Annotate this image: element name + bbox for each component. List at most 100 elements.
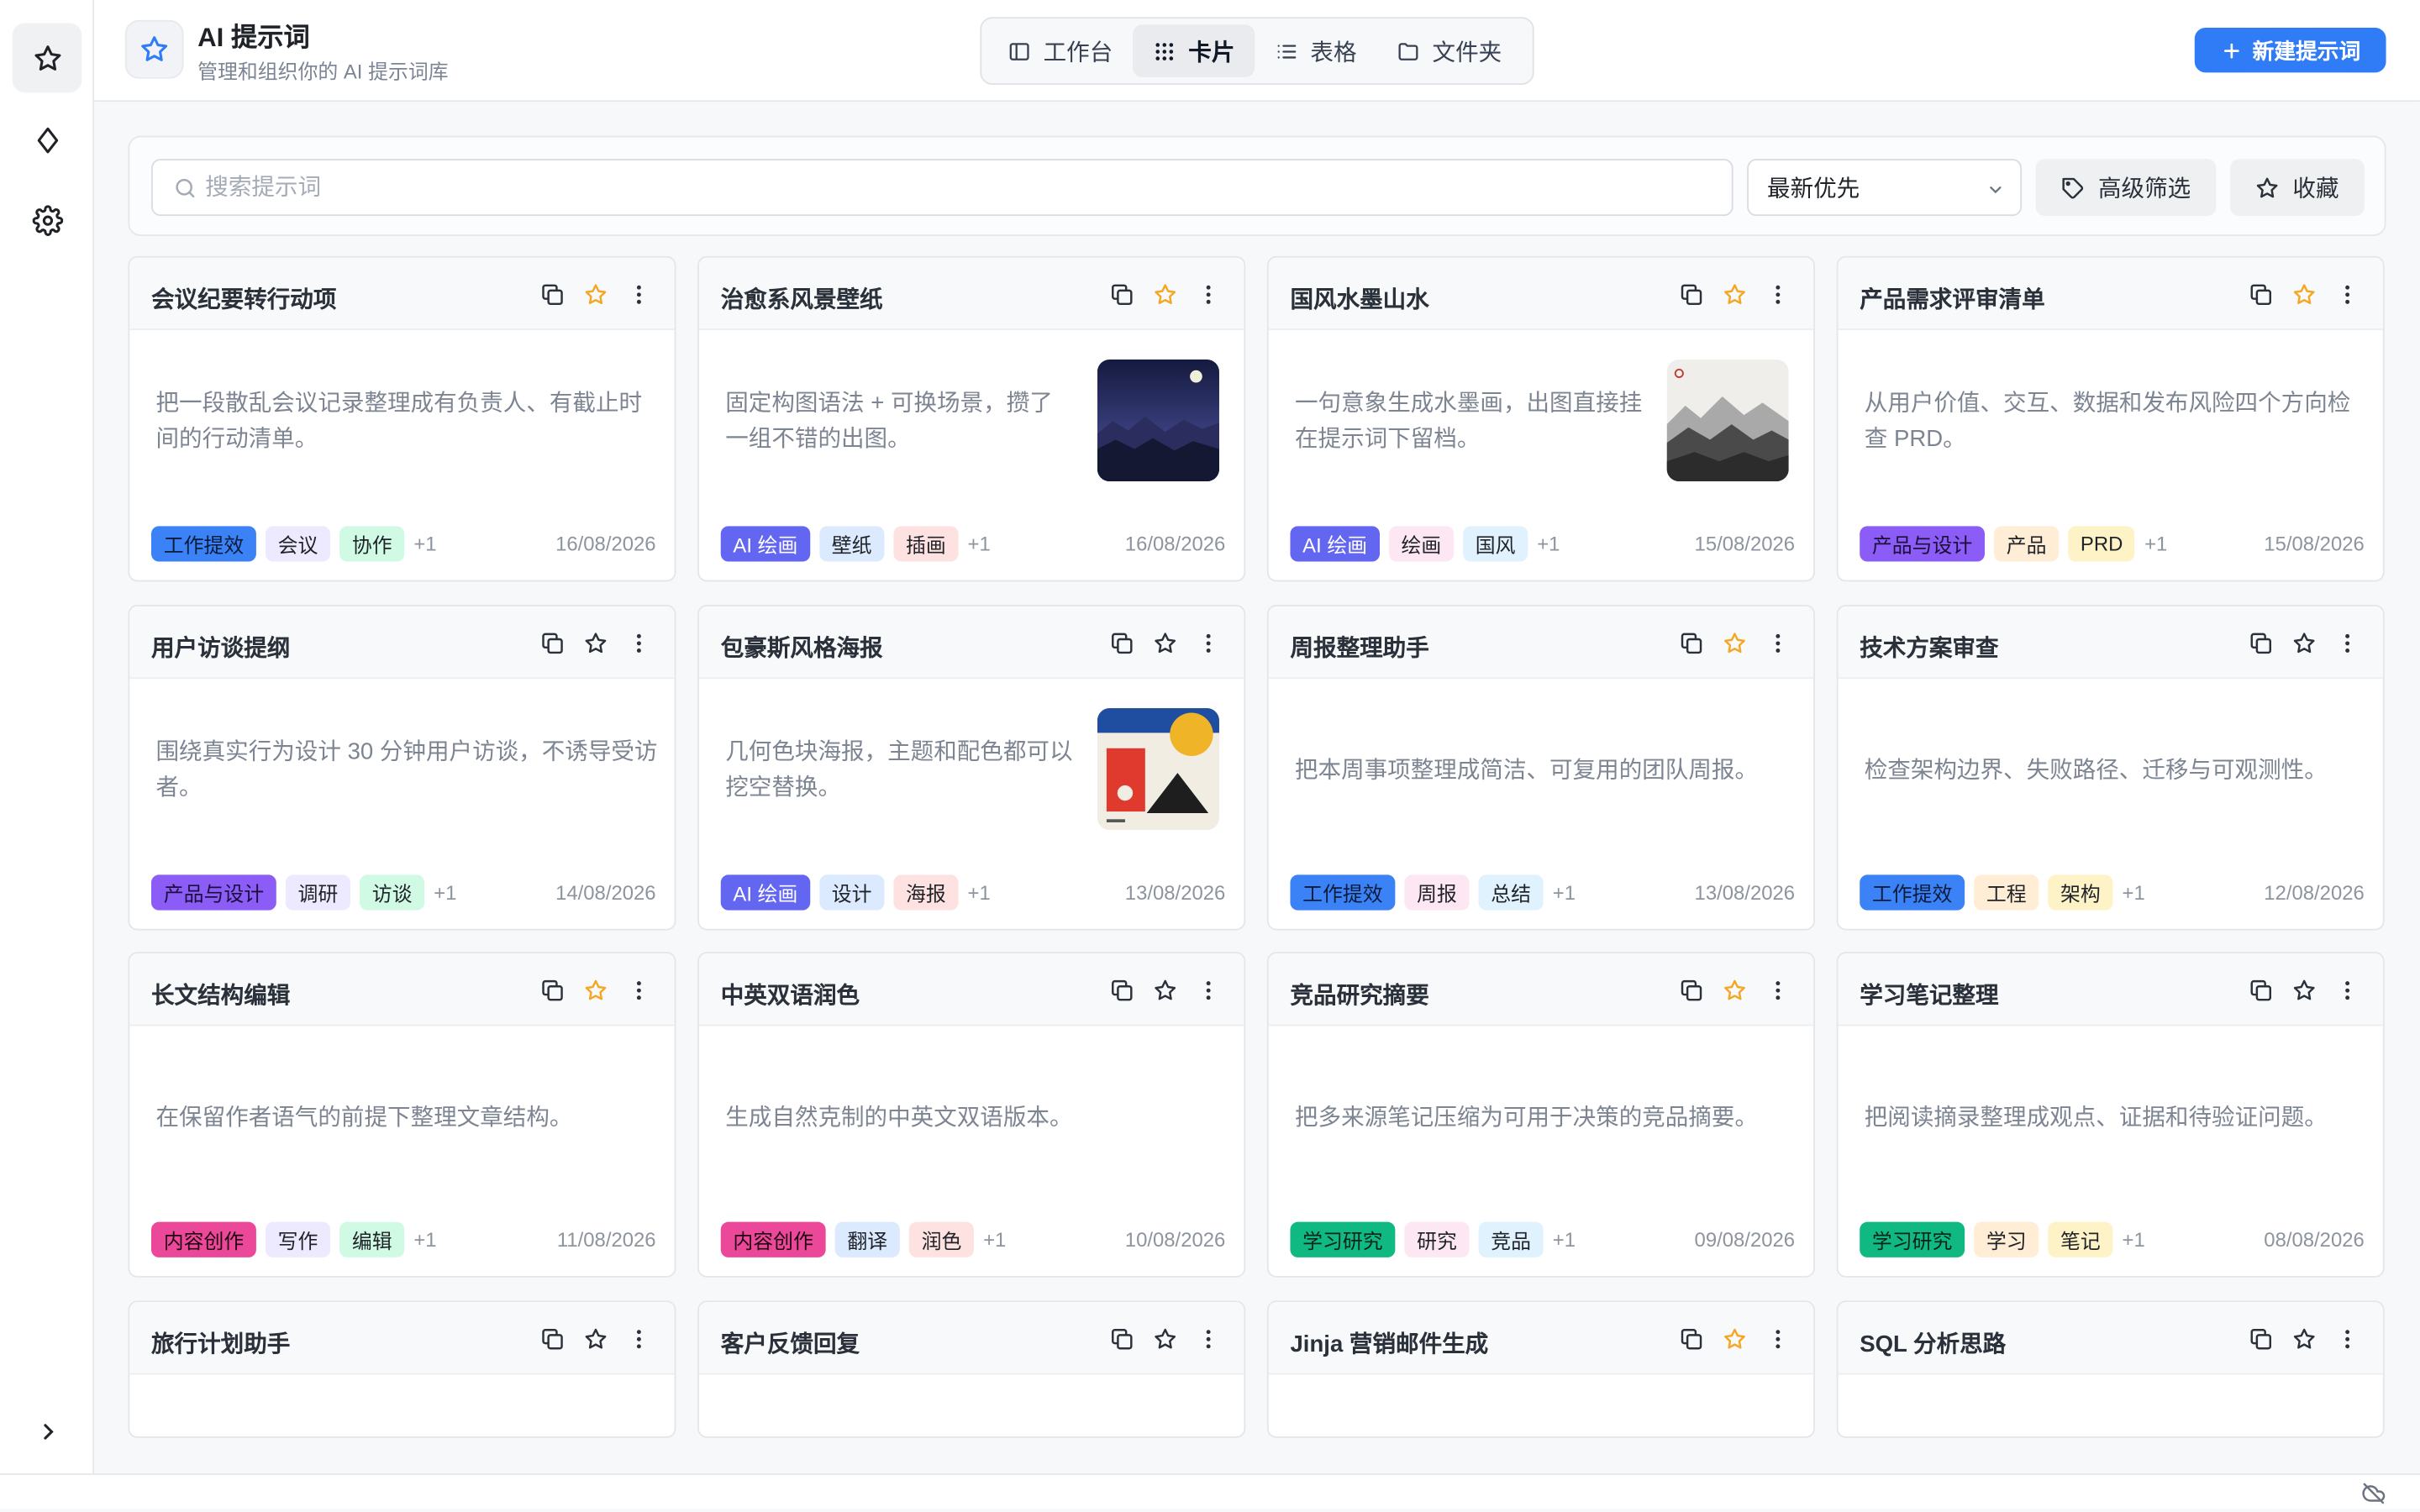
more-vertical-icon[interactable] <box>1196 282 1220 307</box>
more-vertical-icon[interactable] <box>627 978 651 1002</box>
copy-icon[interactable] <box>1110 1327 1134 1352</box>
card-tag[interactable]: 研究 <box>1404 1221 1470 1257</box>
prompt-card[interactable]: 旅行计划助手 <box>128 1300 676 1438</box>
card-tag[interactable]: 总结 <box>1478 874 1544 911</box>
card-tag[interactable]: 学习研究 <box>1290 1221 1396 1257</box>
copy-icon[interactable] <box>540 631 565 655</box>
more-vertical-icon[interactable] <box>627 631 651 655</box>
card-tag[interactable]: 绘画 <box>1388 526 1455 562</box>
more-tags-count[interactable]: +1 <box>434 881 456 905</box>
favorite-star-icon[interactable] <box>583 282 608 307</box>
more-tags-count[interactable]: +1 <box>967 881 990 905</box>
favorite-star-icon[interactable] <box>1153 1327 1177 1352</box>
prompt-card[interactable]: SQL 分析思路 <box>1836 1300 2385 1438</box>
favorite-star-icon[interactable] <box>1153 282 1177 307</box>
more-tags-count[interactable]: +1 <box>1553 1228 1576 1252</box>
more-tags-count[interactable]: +1 <box>983 1228 1006 1252</box>
copy-icon[interactable] <box>1110 282 1134 307</box>
card-tag[interactable]: 周报 <box>1404 874 1470 911</box>
search-input[interactable] <box>205 160 1687 215</box>
more-vertical-icon[interactable] <box>1765 1327 1790 1352</box>
more-vertical-icon[interactable] <box>1765 282 1790 307</box>
more-tags-count[interactable]: +1 <box>413 533 436 556</box>
more-vertical-icon[interactable] <box>627 282 651 307</box>
view-tab-table[interactable]: 表格 <box>1255 24 1376 76</box>
prompt-card[interactable]: 用户访谈提纲 围绕真实行为设计 30 分钟用户访谈，不诱导受访者。 产品与设计调… <box>128 604 676 931</box>
favorite-star-icon[interactable] <box>2291 978 2316 1002</box>
card-tag[interactable]: 插画 <box>893 526 959 562</box>
more-vertical-icon[interactable] <box>1196 1327 1220 1352</box>
card-tag[interactable]: 调研 <box>285 874 350 911</box>
prompt-card[interactable]: 国风水墨山水 一句意象生成水墨画，出图直接挂在提示词下留档。 AI 绘画 绘画 国风… <box>1266 255 1815 582</box>
card-tag[interactable]: 国风 <box>1463 526 1528 562</box>
sort-select[interactable]: 最新优先 <box>1747 159 2023 217</box>
new-prompt-button[interactable]: 新建提示词 <box>2194 28 2386 73</box>
prompt-card[interactable]: 技术方案审查 检查架构边界、失败路径、迁移与可观测性。 工作提效 工程 架构 +1 1… <box>1836 604 2385 931</box>
more-tags-count[interactable]: +1 <box>967 533 990 556</box>
card-tag[interactable]: 内容创作 <box>150 1221 256 1257</box>
more-vertical-icon[interactable] <box>2335 282 2360 307</box>
more-tags-count[interactable]: +1 <box>413 1228 436 1252</box>
prompt-card[interactable]: 治愈系风景壁纸 固定构图语法 + 可换场景，攒了一组不错的出图。 AI 绘画 壁纸… <box>697 255 1246 582</box>
more-vertical-icon[interactable] <box>1196 631 1220 655</box>
copy-icon[interactable] <box>1679 631 1703 655</box>
favorite-star-icon[interactable] <box>2291 631 2316 655</box>
prompt-card[interactable]: 长文结构编辑 在保留作者语气的前提下整理文章结构。 内容创作 写作 编辑 +1 11/… <box>128 952 676 1278</box>
card-tag[interactable]: 工作提效 <box>1860 874 1965 911</box>
card-tag[interactable]: 壁纸 <box>819 526 885 562</box>
prompt-card[interactable]: 中英双语润色 生成自然克制的中英文双语版本。 内容创作 翻译 润色 +1 10/08/… <box>697 952 1246 1278</box>
sidebar-prompts-star-icon[interactable] <box>12 23 82 93</box>
favorite-star-icon[interactable] <box>583 978 608 1002</box>
card-tag[interactable]: 设计 <box>819 874 885 911</box>
card-tag[interactable]: 写作 <box>265 1221 331 1257</box>
favorite-star-icon[interactable] <box>1723 1327 1747 1352</box>
card-tag[interactable]: 学习研究 <box>1860 1221 1965 1257</box>
sidebar-settings-gear-icon[interactable] <box>13 185 82 255</box>
prompt-card[interactable]: 客户反馈回复 <box>697 1300 1246 1438</box>
favorite-star-icon[interactable] <box>1723 282 1747 307</box>
more-vertical-icon[interactable] <box>627 1327 651 1352</box>
prompt-card[interactable]: 学习笔记整理 把阅读摘录整理成观点、证据和待验证问题。 学习研究 学习 笔记 +1 0… <box>1836 952 2385 1278</box>
card-tag[interactable]: 产品与设计 <box>150 874 276 911</box>
favorite-star-icon[interactable] <box>583 631 608 655</box>
prompt-card[interactable]: 竞品研究摘要 把多来源笔记压缩为可用于决策的竞品摘要。 学习研究 研究 竞品 +1 0… <box>1266 952 1815 1278</box>
copy-icon[interactable] <box>540 282 565 307</box>
card-tag[interactable]: 访谈 <box>360 874 425 911</box>
more-vertical-icon[interactable] <box>2335 978 2360 1002</box>
more-tags-count[interactable]: +1 <box>2144 533 2167 556</box>
copy-icon[interactable] <box>540 978 565 1002</box>
card-tag[interactable]: AI 绘画 <box>720 874 811 911</box>
more-tags-count[interactable]: +1 <box>2123 1228 2145 1252</box>
prompt-card[interactable]: Jinja 营销邮件生成 <box>1266 1300 1815 1438</box>
more-vertical-icon[interactable] <box>2335 631 2360 655</box>
card-tag[interactable]: 海报 <box>893 874 959 911</box>
card-tag[interactable]: AI 绘画 <box>720 526 811 562</box>
more-vertical-icon[interactable] <box>1765 631 1790 655</box>
favorite-star-icon[interactable] <box>1153 978 1177 1002</box>
more-vertical-icon[interactable] <box>1196 978 1220 1002</box>
prompt-card[interactable]: 产品需求评审清单 从用户价值、交互、数据和发布风险四个方向检查 PRD。 产品与… <box>1836 255 2385 582</box>
card-tag[interactable]: 协作 <box>339 526 405 562</box>
copy-icon[interactable] <box>2249 631 2273 655</box>
view-tab-cards[interactable]: 卡片 <box>1133 24 1255 77</box>
favorite-star-icon[interactable] <box>1723 631 1747 655</box>
copy-icon[interactable] <box>540 1327 565 1352</box>
more-tags-count[interactable]: +1 <box>2123 881 2145 905</box>
card-tag[interactable]: 笔记 <box>2048 1221 2113 1257</box>
copy-icon[interactable] <box>1679 282 1703 307</box>
card-tag[interactable]: 工作提效 <box>150 526 256 562</box>
card-tag[interactable]: 产品与设计 <box>1860 526 1986 562</box>
sidebar-diamond-icon[interactable] <box>13 105 82 175</box>
card-tag[interactable]: PRD <box>2068 526 2136 562</box>
card-tag[interactable]: AI 绘画 <box>1290 526 1380 562</box>
favorite-star-icon[interactable] <box>2291 282 2316 307</box>
copy-icon[interactable] <box>2249 1327 2273 1352</box>
prompt-card[interactable]: 包豪斯风格海报 几何色块海报，主题和配色都可以挖空替换。 AI 绘画 设计 海报 +1… <box>697 604 1246 931</box>
view-tab-folders[interactable]: 文件夹 <box>1376 24 1522 76</box>
sidebar-expand-chevron-icon[interactable] <box>13 1396 82 1466</box>
card-tag[interactable]: 翻译 <box>834 1221 900 1257</box>
copy-icon[interactable] <box>2249 978 2273 1002</box>
card-tag[interactable]: 学习 <box>1974 1221 2039 1257</box>
card-tag[interactable]: 工程 <box>1974 874 2039 911</box>
card-tag[interactable]: 编辑 <box>339 1221 405 1257</box>
